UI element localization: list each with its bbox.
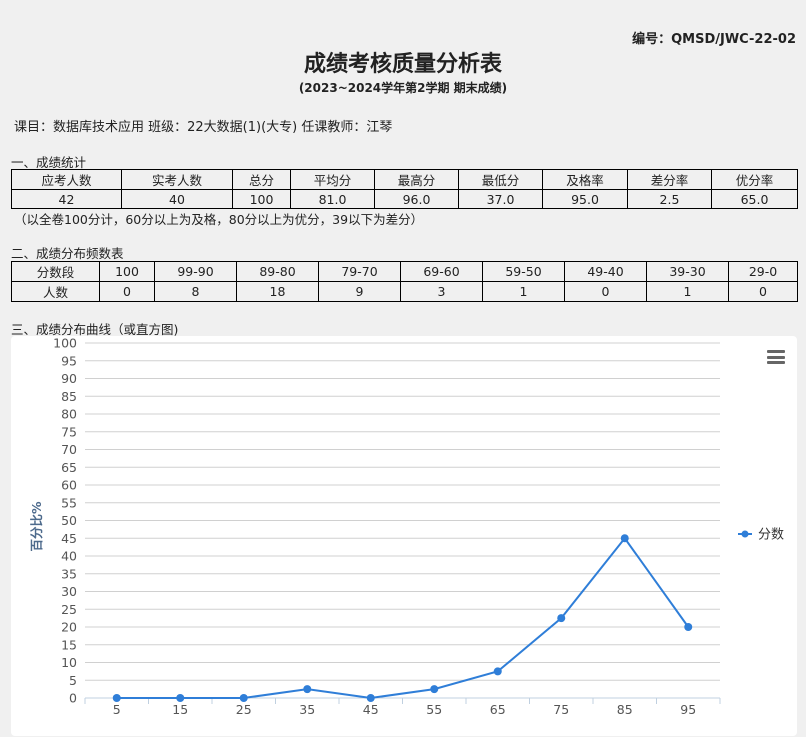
stats-header-cell: 最低分 (458, 169, 543, 190)
x-tick-label: 65 (490, 702, 506, 717)
y-tick-label: 20 (61, 620, 77, 635)
data-point (366, 694, 375, 702)
y-tick-label: 5 (69, 673, 77, 688)
range-cell: 59-50 (482, 261, 565, 282)
data-point (239, 694, 248, 702)
y-tick-label: 55 (61, 495, 77, 510)
y-tick-label: 40 (61, 549, 77, 564)
distribution-count-row: 人数 0 8 18 9 3 1 0 1 0 (11, 281, 798, 302)
range-cell: 100 (99, 261, 155, 282)
count-cell: 18 (236, 281, 319, 302)
stats-header-cell: 优分率 (711, 169, 798, 190)
stats-header-cell: 平均分 (290, 169, 375, 190)
range-cell: 99-90 (154, 261, 237, 282)
x-tick-label: 35 (299, 702, 315, 717)
y-tick-label: 0 (69, 691, 77, 706)
stats-header-cell: 最高分 (374, 169, 459, 190)
y-tick-label: 80 (61, 407, 77, 422)
y-tick-label: 90 (61, 371, 77, 386)
y-tick-label: 10 (61, 655, 77, 670)
stats-value-cell: 40 (121, 189, 233, 209)
stats-value-cell: 37.0 (458, 189, 543, 209)
x-tick-label: 25 (236, 702, 252, 717)
stats-note: （以全卷100分计，60分以上为及格，80分以上为优分，39以下为差分） (14, 212, 424, 227)
x-tick-label: 45 (363, 702, 379, 717)
stats-header-cell: 应考人数 (11, 169, 122, 190)
data-point (303, 685, 312, 694)
range-cell: 79-70 (318, 261, 401, 282)
legend-marker (741, 530, 749, 538)
count-cell: 1 (482, 281, 565, 302)
range-cell: 69-60 (400, 261, 483, 282)
y-tick-label: 15 (61, 637, 77, 652)
data-point (176, 694, 185, 702)
x-tick-label: 95 (680, 702, 696, 717)
stats-header-row: 应考人数 实考人数 总分 平均分 最高分 最低分 及格率 差分率 优分率 (11, 169, 798, 190)
course-info: 课目：数据库技术应用 班级：22大数据(1)(大专) 任课教师：江琴 (14, 120, 393, 135)
range-cell: 89-80 (236, 261, 319, 282)
hamburger-menu-icon[interactable] (767, 350, 785, 364)
count-cell: 0 (728, 281, 798, 302)
x-tick-label: 85 (617, 702, 633, 717)
y-tick-label: 65 (61, 460, 77, 475)
y-tick-label: 60 (61, 478, 77, 493)
count-cell: 8 (154, 281, 237, 302)
document-code: 编号：QMSD/JWC-22-02 (632, 32, 796, 47)
legend-label: 分数 (758, 528, 784, 543)
stats-header-cell: 总分 (232, 169, 291, 190)
count-cell: 0 (564, 281, 647, 302)
stats-header-cell: 实考人数 (121, 169, 233, 190)
y-tick-label: 25 (61, 602, 77, 617)
stats-value-cell: 95.0 (542, 189, 628, 209)
stats-table: 应考人数 实考人数 总分 平均分 最高分 最低分 及格率 差分率 优分率 42 40 100 81.0… (11, 169, 798, 209)
y-tick-label: 100 (53, 336, 77, 351)
range-cell: 49-40 (564, 261, 647, 282)
stats-value-row: 42 40 100 81.0 96.0 37.0 95.0 2.5 65.0 (11, 189, 798, 209)
y-tick-label: 85 (61, 389, 77, 404)
x-tick-label: 15 (172, 702, 188, 717)
stats-header-cell: 及格率 (542, 169, 628, 190)
line-chart: 0 5 10 15 20 25 30 35 40 45 50 55 60 65 70 75 80 85 90 95 10… (29, 336, 784, 717)
y-tick-label: 45 (61, 531, 77, 546)
data-point (493, 667, 502, 676)
section-title-distribution: 二、成绩分布频数表 (11, 246, 124, 261)
stats-value-cell: 100 (232, 189, 291, 209)
data-point (620, 534, 629, 543)
stats-value-cell: 81.0 (290, 189, 375, 209)
count-cell: 3 (400, 281, 483, 302)
stats-value-cell: 2.5 (627, 189, 712, 209)
y-tick-label: 30 (61, 584, 77, 599)
x-tick-label: 75 (553, 702, 569, 717)
y-axis-title: 百分比% (29, 501, 44, 552)
series-line (116, 536, 690, 700)
x-tick-label: 5 (113, 702, 121, 717)
data-point (112, 694, 121, 702)
count-cell: 1 (646, 281, 729, 302)
y-tick-label: 75 (61, 424, 77, 439)
stats-value-cell: 42 (11, 189, 122, 209)
y-tick-label: 95 (61, 353, 77, 368)
range-cell: 39-30 (646, 261, 729, 282)
range-header-cell: 分数段 (11, 261, 100, 282)
page-subtitle: (2023~2024学年第2学期 期末成绩) (298, 81, 508, 95)
x-tick-label: 55 (426, 702, 442, 717)
y-tick-label: 70 (61, 442, 77, 457)
count-cell: 0 (99, 281, 155, 302)
stats-header-cell: 差分率 (627, 169, 712, 190)
count-cell: 9 (318, 281, 401, 302)
data-point (430, 685, 439, 694)
range-cell: 29-0 (728, 261, 798, 282)
stats-value-cell: 65.0 (711, 189, 798, 209)
y-tick-label: 35 (61, 566, 77, 581)
distribution-range-row: 分数段 100 99-90 89-80 79-70 69-60 59-50 49-40 39-… (11, 261, 798, 282)
data-point (557, 614, 566, 623)
stats-value-cell: 96.0 (374, 189, 459, 209)
count-header-cell: 人数 (11, 281, 100, 302)
chart-container: 0 5 10 15 20 25 30 35 40 45 50 55 60 65 70 75 80 85 90 95 10… (11, 336, 797, 736)
y-tick-label: 50 (61, 513, 77, 528)
data-point (684, 623, 693, 631)
distribution-table: 分数段 100 99-90 89-80 79-70 69-60 59-50 49-40 39-… (11, 261, 798, 302)
page-title: 成绩考核质量分析表 (303, 52, 502, 77)
